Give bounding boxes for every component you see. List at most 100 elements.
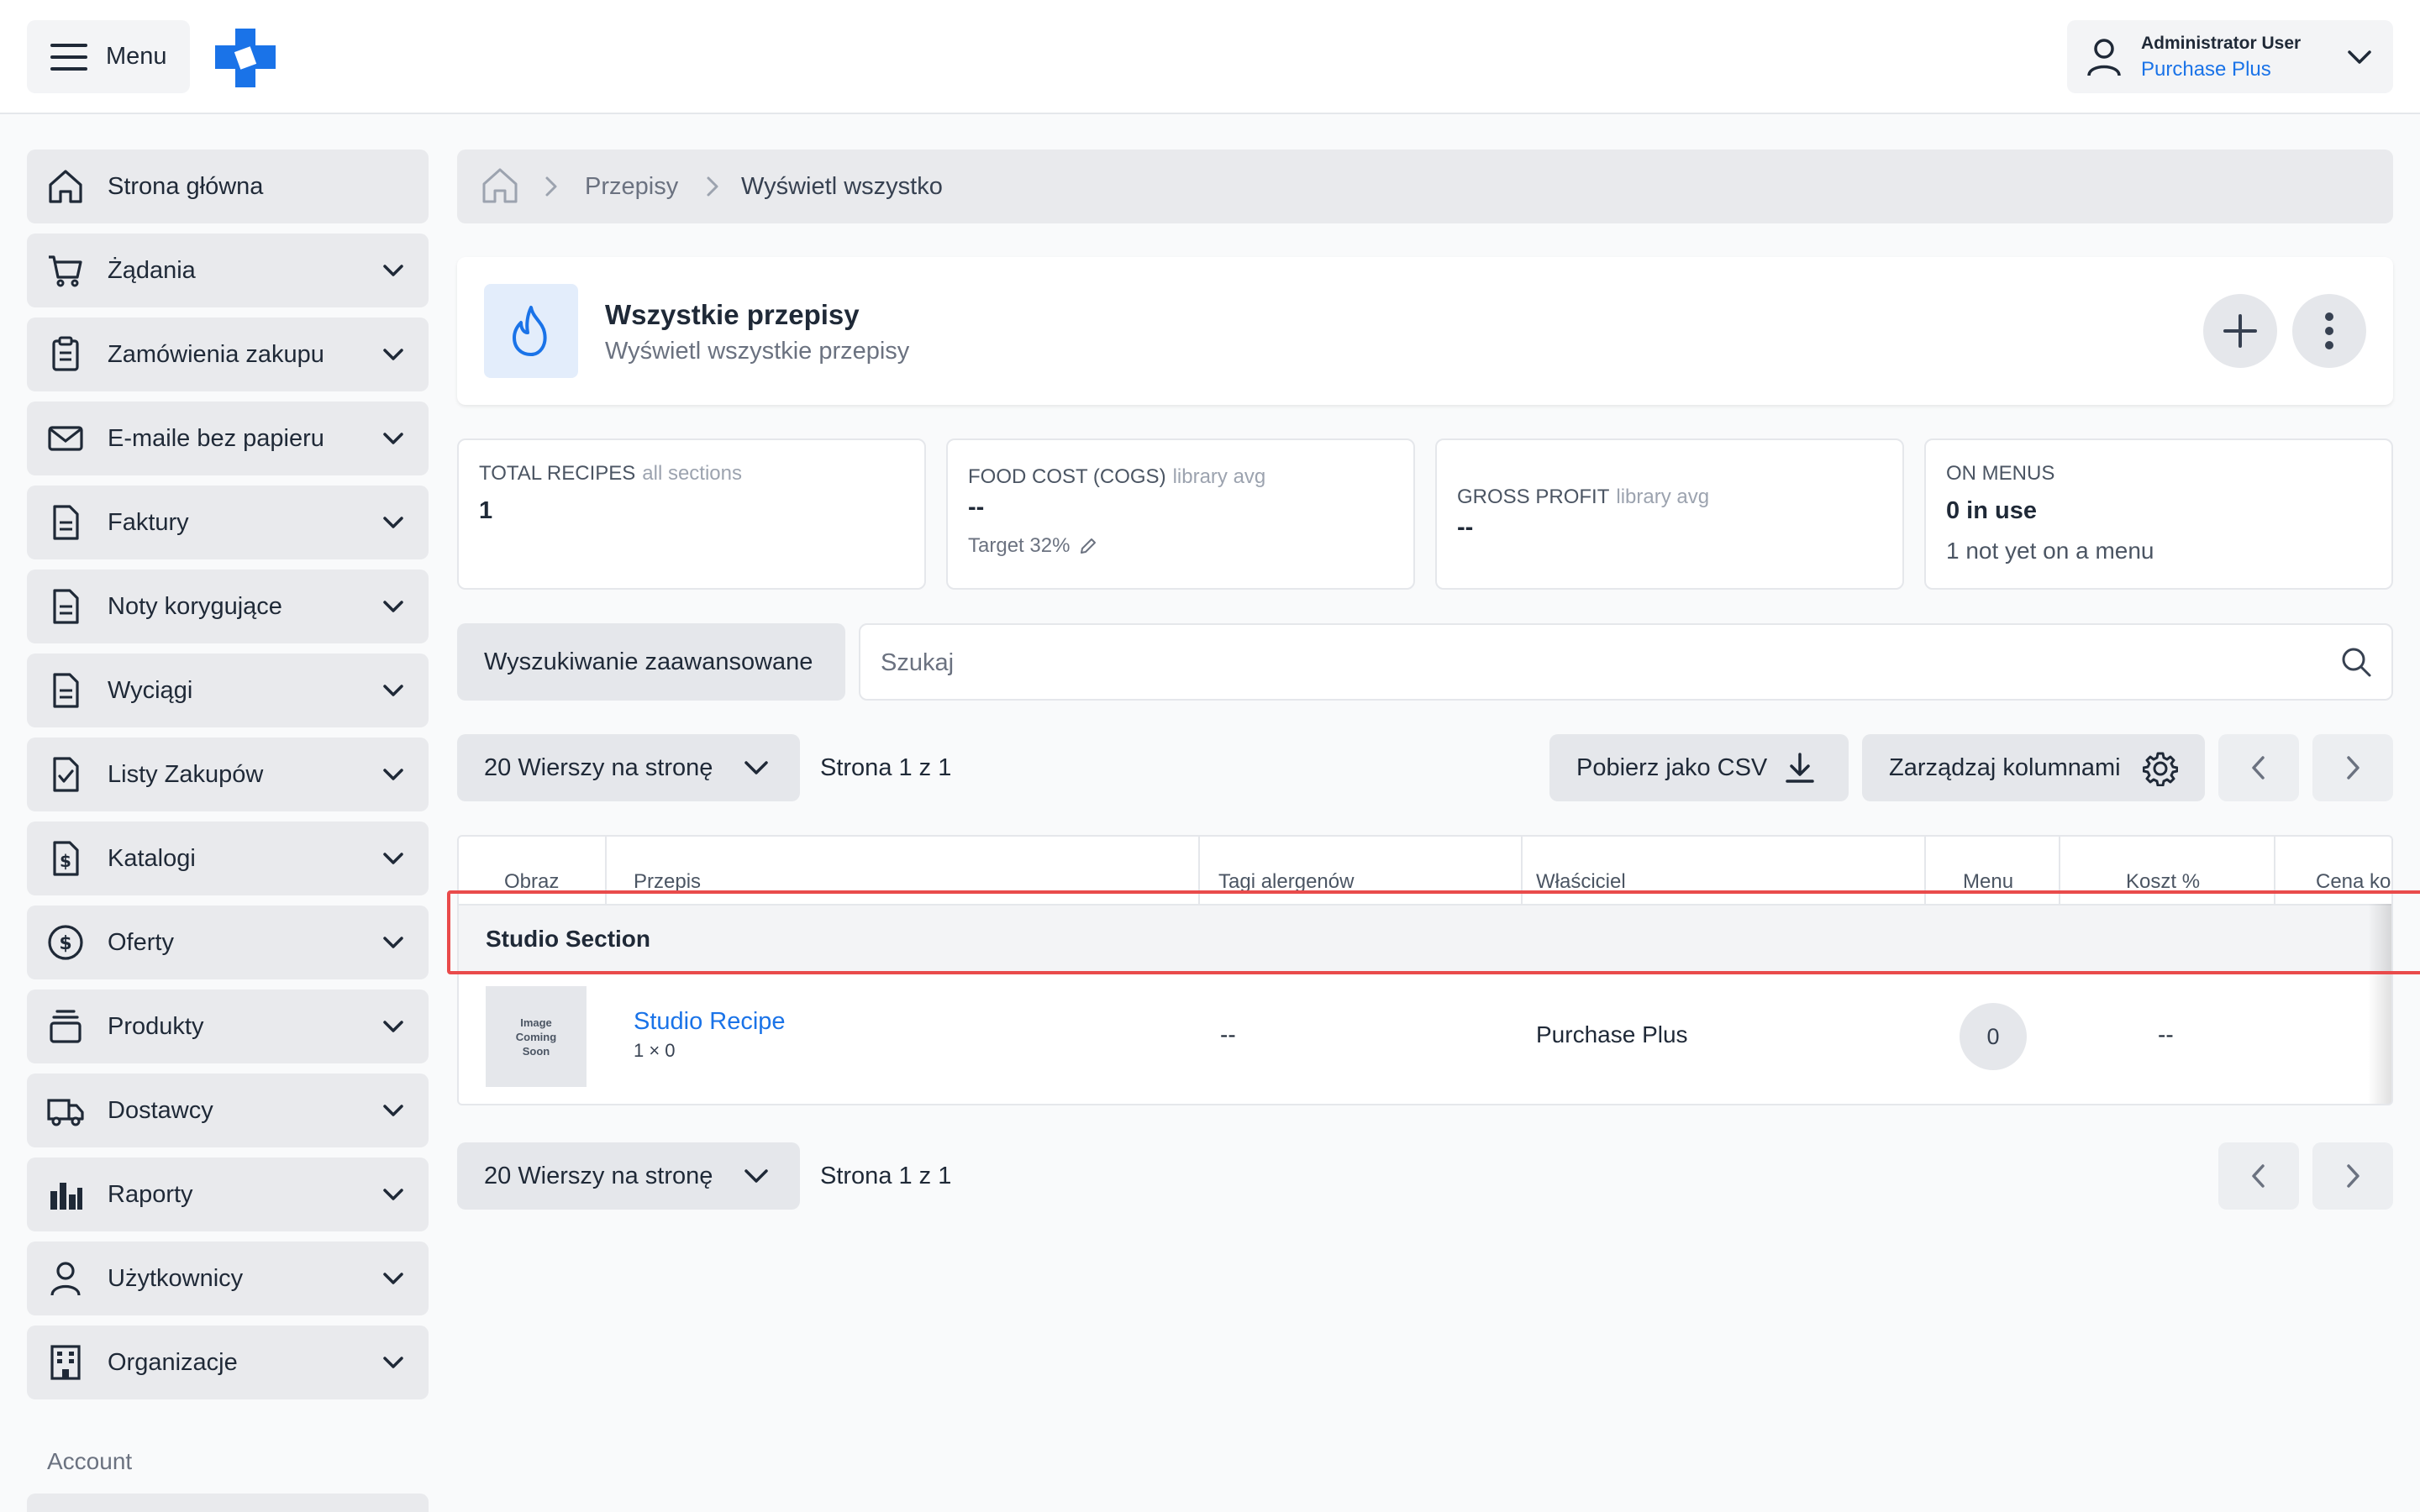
section-title: Studio Section bbox=[486, 926, 650, 952]
app-logo[interactable] bbox=[213, 27, 277, 89]
chevron-down-icon bbox=[744, 1169, 768, 1183]
column-divider bbox=[2274, 837, 2275, 904]
chevron-down-icon bbox=[383, 1021, 403, 1032]
account-section-label: Account bbox=[47, 1448, 133, 1474]
more-vertical-icon bbox=[2325, 312, 2333, 349]
plus-icon bbox=[2223, 314, 2257, 348]
chevron-down-icon bbox=[383, 1189, 403, 1200]
search-input[interactable] bbox=[881, 640, 2292, 685]
sidebar-item-catalogs[interactable]: $ Katalogi bbox=[27, 822, 429, 895]
prev-page-button[interactable] bbox=[2218, 734, 2299, 801]
home-icon[interactable] bbox=[481, 166, 519, 205]
column-header-owner[interactable]: Właściciel bbox=[1536, 837, 1626, 904]
stat-card-total-recipes: TOTAL RECIPES all sections 1 bbox=[457, 438, 926, 590]
prev-page-button-bottom[interactable] bbox=[2218, 1142, 2299, 1210]
sidebar-item-shopping-lists[interactable]: Listy Zakupów bbox=[27, 738, 429, 811]
manage-columns-button[interactable]: Zarządzaj kolumnami bbox=[1862, 734, 2205, 801]
breadcrumb: Przepisy Wyświetl wszystko bbox=[457, 150, 2393, 223]
column-header-price[interactable]: Cena ko bbox=[2316, 837, 2391, 904]
chevron-down-icon bbox=[2348, 50, 2371, 64]
chevron-down-icon bbox=[383, 349, 403, 360]
chevron-down-icon bbox=[383, 601, 403, 612]
search-icon[interactable] bbox=[2339, 645, 2373, 679]
advanced-search-button[interactable]: Wyszukiwanie zaawansowane bbox=[457, 623, 845, 701]
sidebar-item-label: Raporty bbox=[108, 1180, 193, 1208]
user-menu-button[interactable]: Administrator User Purchase Plus bbox=[2067, 20, 2393, 93]
menu-count-badge[interactable]: 0 bbox=[1960, 1003, 2027, 1070]
more-options-button[interactable] bbox=[2292, 294, 2366, 368]
mail-icon bbox=[48, 426, 83, 451]
column-divider bbox=[1521, 837, 1523, 904]
chevron-down-icon bbox=[383, 433, 403, 444]
sidebar-item-offers[interactable]: $ Oferty bbox=[27, 906, 429, 979]
sidebar-item-label: E-maile bez papieru bbox=[108, 424, 324, 452]
sidebar-item-statements[interactable]: Wyciągi bbox=[27, 654, 429, 727]
placeholder-text: Coming bbox=[515, 1030, 557, 1043]
sidebar-item-suppliers[interactable]: Dostawcy bbox=[27, 1074, 429, 1147]
sidebar-item-label: Strona główna bbox=[108, 172, 264, 200]
download-csv-label: Pobierz jako CSV bbox=[1576, 753, 1768, 781]
chevron-left-icon bbox=[2252, 756, 2265, 780]
cart-icon bbox=[49, 255, 82, 287]
download-csv-button[interactable]: Pobierz jako CSV bbox=[1549, 734, 1849, 801]
sidebar-item-label: Zamówienia zakupu bbox=[108, 340, 324, 368]
account-item[interactable] bbox=[27, 1494, 429, 1512]
stack-icon bbox=[50, 1010, 82, 1043]
sidebar-item-home[interactable]: Strona główna bbox=[27, 150, 429, 223]
chevron-down-icon bbox=[744, 761, 768, 774]
sidebar-item-label: Katalogi bbox=[108, 844, 196, 872]
user-organization: Purchase Plus bbox=[2141, 58, 2271, 81]
menu-button[interactable]: Menu bbox=[27, 20, 190, 93]
column-header-cost-percent[interactable]: Koszt % bbox=[2126, 837, 2200, 904]
recipe-name-link[interactable]: Studio Recipe bbox=[634, 1008, 786, 1036]
stat-label-muted: library avg bbox=[1616, 486, 1710, 508]
column-header-menu[interactable]: Menu bbox=[1963, 837, 2013, 904]
chevron-down-icon bbox=[383, 685, 403, 696]
rows-per-page-select[interactable]: 20 Wierszy na stronę bbox=[457, 734, 800, 801]
stat-card-food-cost: FOOD COST (COGS) library avg -- Target 32… bbox=[946, 438, 1415, 590]
add-recipe-button[interactable] bbox=[2203, 294, 2277, 368]
column-header-allergen-tags[interactable]: Tagi alergenów bbox=[1218, 837, 1354, 904]
svg-text:$: $ bbox=[60, 851, 71, 871]
sidebar-item-invoices[interactable]: Faktury bbox=[27, 486, 429, 559]
pencil-icon bbox=[1081, 538, 1097, 554]
sidebar-item-purchase-orders[interactable]: Zamówienia zakupu bbox=[27, 318, 429, 391]
sidebar-item-organizations[interactable]: Organizacje bbox=[27, 1326, 429, 1399]
chevron-down-icon bbox=[383, 517, 403, 528]
rows-per-page-select-bottom[interactable]: 20 Wierszy na stronę bbox=[457, 1142, 800, 1210]
dollar-circle-icon: $ bbox=[48, 925, 83, 960]
sidebar-item-paperless-emails[interactable]: E-maile bez papieru bbox=[27, 402, 429, 475]
recipe-image-placeholder[interactable]: Image Coming Soon bbox=[486, 986, 587, 1087]
sidebar: Strona główna Żądania Zamówienia zakupu … bbox=[27, 150, 429, 1410]
sidebar-item-label: Listy Zakupów bbox=[108, 760, 264, 788]
table-section-row[interactable]: Studio Section bbox=[459, 904, 2391, 973]
stat-label: GROSS PROFIT library avg bbox=[1457, 486, 1709, 509]
title-icon-tile bbox=[484, 284, 578, 378]
placeholder-text: Soon bbox=[522, 1044, 550, 1058]
stat-label: ON MENUS bbox=[1946, 462, 2055, 485]
breadcrumb-link-recipes[interactable]: Przepisy bbox=[585, 173, 678, 201]
next-page-button-bottom[interactable] bbox=[2312, 1142, 2393, 1210]
user-icon bbox=[2087, 39, 2121, 76]
sidebar-item-products[interactable]: Produkty bbox=[27, 990, 429, 1063]
column-header-image[interactable]: Obraz bbox=[504, 837, 559, 904]
sidebar-item-reports[interactable]: Raporty bbox=[27, 1158, 429, 1231]
column-divider bbox=[1924, 837, 1926, 904]
column-header-recipe[interactable]: Przepis bbox=[634, 837, 701, 904]
sidebar-item-credit-notes[interactable]: Noty korygujące bbox=[27, 570, 429, 643]
sidebar-item-requisitions[interactable]: Żądania bbox=[27, 234, 429, 307]
flame-icon bbox=[513, 306, 547, 356]
column-divider bbox=[605, 837, 607, 904]
recipes-table: Obraz Przepis Tagi alergenów Właściciel … bbox=[457, 835, 2393, 1105]
manage-columns-label: Zarządzaj kolumnami bbox=[1889, 753, 2121, 781]
column-divider bbox=[2059, 837, 2060, 904]
menu-label: Menu bbox=[106, 43, 167, 70]
page-title: Wszystkie przepisy bbox=[605, 299, 860, 330]
sidebar-item-users[interactable]: Użytkownicy bbox=[27, 1242, 429, 1315]
stat-label-text: GROSS PROFIT bbox=[1457, 486, 1610, 508]
target-edit[interactable]: Target 32% bbox=[968, 534, 1098, 558]
stat-value: 1 bbox=[479, 497, 493, 524]
user-icon bbox=[50, 1262, 81, 1296]
breadcrumb-current: Wyświetl wszystko bbox=[741, 173, 943, 200]
next-page-button[interactable] bbox=[2312, 734, 2393, 801]
